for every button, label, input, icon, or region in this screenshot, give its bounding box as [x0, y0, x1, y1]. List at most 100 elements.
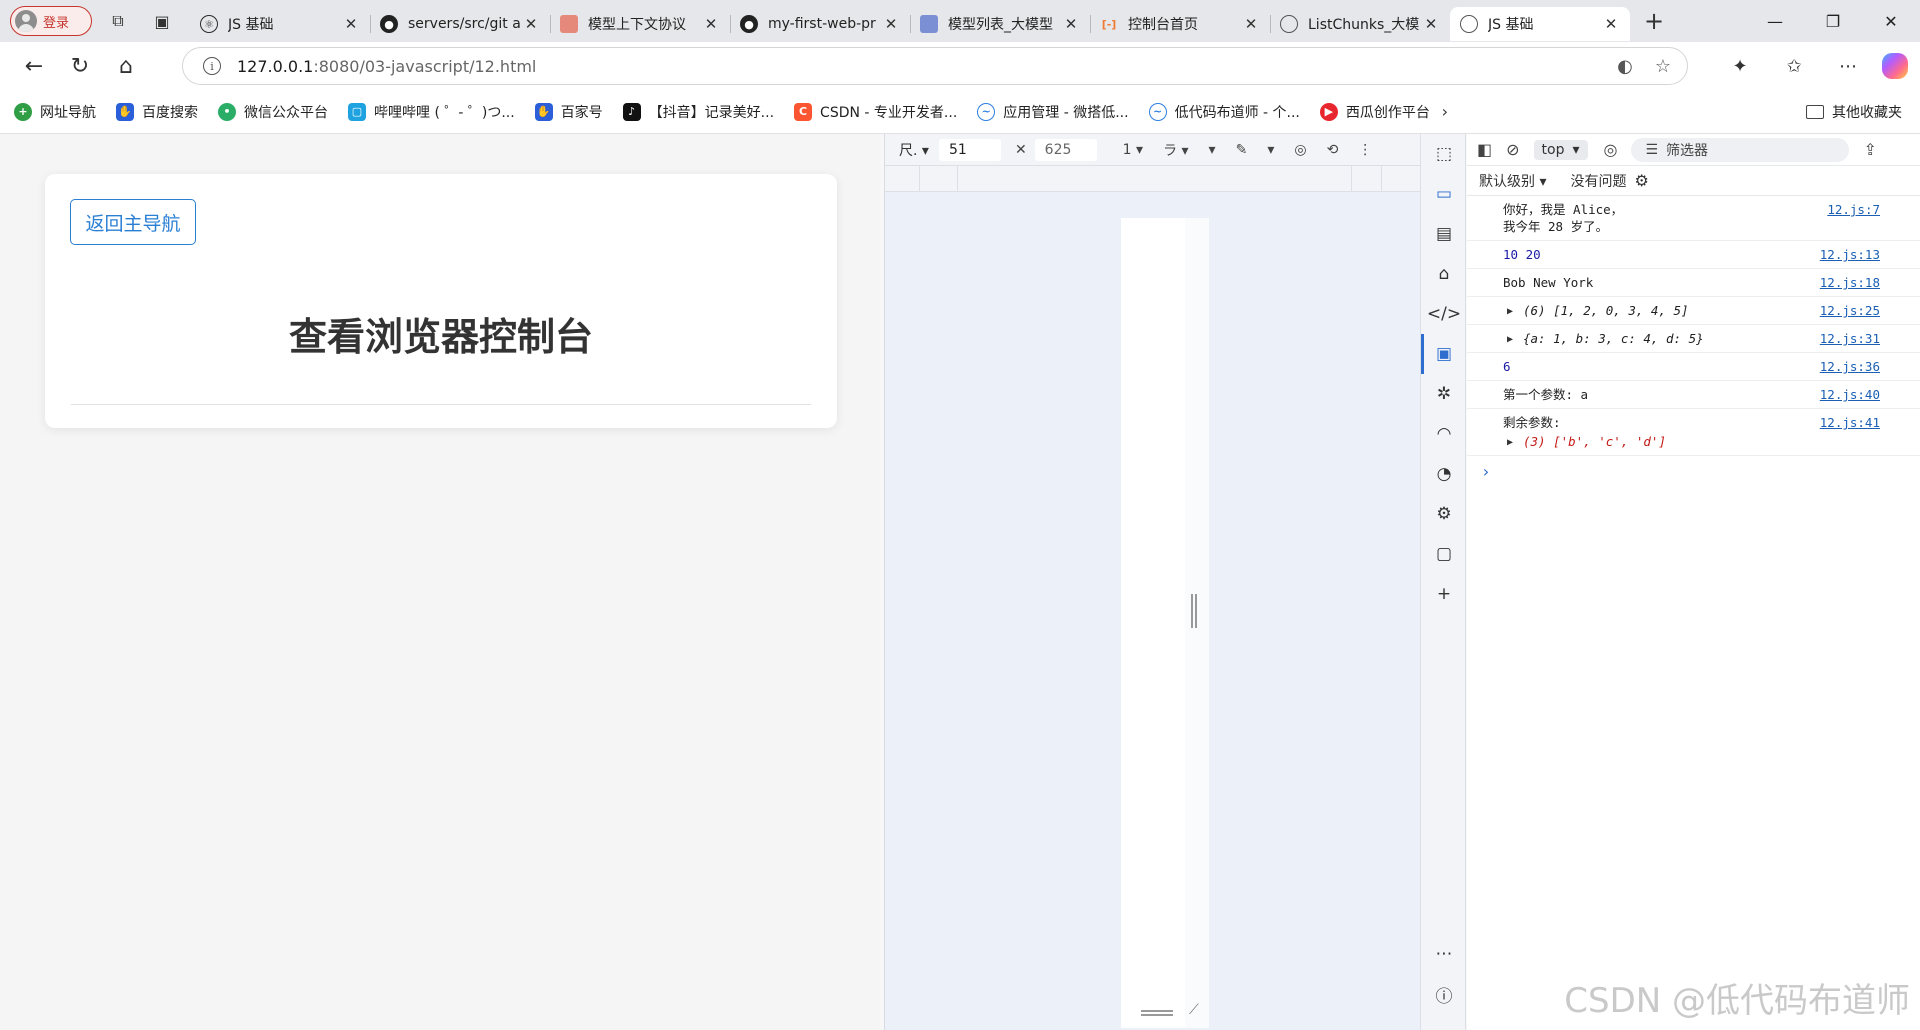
bookmark-item[interactable]: ▢ 哔哩哔哩 ( ゜- ゜)つ... — [348, 102, 515, 122]
close-icon[interactable]: ✕ — [1602, 15, 1620, 33]
bookmark-item[interactable]: ~ 应用管理 - 微搭低... — [977, 102, 1129, 122]
chevron-down-icon[interactable]: ▾ — [1267, 142, 1274, 158]
chevron-right-icon[interactable]: › — [1442, 102, 1448, 121]
resize-handle-corner[interactable]: ⟋ — [1189, 1002, 1205, 1018]
rotate-icon[interactable]: ⟲ — [1327, 142, 1339, 158]
close-icon[interactable]: ✕ — [882, 15, 900, 33]
zoom-dropdown[interactable]: 1 ▾ — [1123, 142, 1143, 158]
source-link[interactable]: 12.js:13 — [1820, 246, 1880, 263]
device-height-input[interactable]: 625 — [1034, 138, 1097, 161]
console-icon[interactable]: ▣ — [1421, 334, 1467, 374]
bookmark-item[interactable]: ♪ 【抖音】记录美好... — [622, 102, 774, 122]
clear-console-icon[interactable]: ⊘ — [1506, 140, 1519, 159]
context-selector[interactable]: top ▾ — [1533, 139, 1588, 160]
other-favorites[interactable]: 其他收藏夹 — [1806, 102, 1902, 122]
tab-js-basics-active[interactable]: JS 基础 ✕ — [1450, 7, 1630, 41]
tab-listchunks[interactable]: ListChunks_大模 ✕ — [1270, 7, 1450, 41]
close-icon[interactable]: ✕ — [522, 15, 540, 33]
kebab-menu-icon[interactable]: ⋮ — [1358, 142, 1372, 158]
source-link[interactable]: 12.js:25 — [1820, 302, 1880, 319]
console-filter-input[interactable]: ☰ 筛选器 — [1631, 137, 1850, 162]
bookmark-item[interactable]: ✋ 百家号 — [534, 102, 603, 122]
bookmark-item[interactable]: • 微信公众平台 — [218, 102, 328, 122]
profile-button[interactable]: 登录 — [10, 6, 92, 36]
bookmark-item[interactable]: ~ 低代码布道师 - 个... — [1148, 102, 1300, 122]
tab-mcp[interactable]: 模型上下文协议 ✕ — [550, 7, 730, 41]
log-level-dropdown[interactable]: 默认级别 ▾ — [1479, 171, 1546, 191]
help-icon[interactable]: ⓘ — [1421, 974, 1467, 1014]
live-expression-icon[interactable]: ◎ — [1604, 140, 1618, 159]
debugger-icon[interactable]: ✲ — [1421, 374, 1467, 414]
new-tab-button[interactable]: + — [1636, 6, 1672, 36]
add-tool-icon[interactable]: + — [1421, 574, 1467, 614]
more-dropdown-icon[interactable]: ▾ — [1209, 142, 1216, 158]
bookmark-item[interactable]: ▶ 西瓜创作平台 — [1319, 102, 1430, 122]
site-info-icon[interactable]: i — [203, 57, 221, 75]
refresh-icon[interactable]: ↻ — [60, 46, 100, 86]
back-to-nav-button[interactable]: 返回主导航 — [70, 199, 196, 245]
eyedropper-icon[interactable]: ✎ — [1236, 142, 1248, 158]
source-link[interactable]: 12.js:41 — [1820, 414, 1880, 431]
bookmark-item[interactable]: ✋ 百度搜索 — [116, 102, 198, 122]
message-array-line[interactable]: ▶ (3) ['b', 'c', 'd'] — [1503, 433, 1830, 450]
restore-icon[interactable]: ❐ — [1804, 0, 1862, 42]
performance-icon[interactable]: ◔ — [1421, 454, 1467, 494]
console-settings-icon[interactable]: ⚙ — [1634, 171, 1648, 190]
close-icon[interactable]: ✕ — [1242, 15, 1260, 33]
source-link[interactable]: 12.js:36 — [1820, 358, 1880, 375]
close-icon[interactable]: ✕ — [342, 15, 360, 33]
console-message-object[interactable]: ▶ {a: 1, b: 3, c: 4, d: 5} 12.js:31 — [1467, 325, 1920, 353]
home-icon[interactable]: ⌂ — [1421, 254, 1467, 294]
resize-handle-right[interactable] — [1191, 594, 1197, 628]
source-link[interactable]: 12.js:18 — [1820, 274, 1880, 291]
minimize-icon[interactable]: — — [1746, 0, 1804, 42]
network-icon[interactable]: ◠ — [1421, 414, 1467, 454]
issues-count[interactable]: 没有问题 — [1570, 171, 1626, 191]
application-icon[interactable]: ▢ — [1421, 534, 1467, 574]
xigua-icon: ▶ — [1319, 102, 1338, 121]
favorite-star-icon[interactable]: ☆ — [1655, 56, 1671, 77]
tab-my-first-web[interactable]: ● my-first-web-pr ✕ — [730, 7, 910, 41]
tab-model-list[interactable]: 模型列表_大模型 ✕ — [910, 7, 1090, 41]
expand-triangle-icon[interactable]: ▶ — [1507, 303, 1513, 320]
expand-triangle-icon[interactable]: ▶ — [1507, 331, 1513, 348]
vision-icon[interactable]: ◎ — [1294, 142, 1306, 158]
close-icon[interactable]: ✕ — [1422, 15, 1440, 33]
tab-console-home[interactable]: [-] 控制台首页 ✕ — [1090, 7, 1270, 41]
copilot-icon[interactable] — [1882, 53, 1908, 79]
device-width-input[interactable]: 51 — [938, 138, 1001, 161]
dimensions-dropdown[interactable]: 尺. ▾ — [899, 140, 929, 160]
elements-icon[interactable]: </> — [1421, 294, 1467, 334]
device-toggle-icon[interactable]: ▭ — [1421, 174, 1467, 214]
dock-icon[interactable]: ⇪ — [1863, 140, 1876, 159]
bookmark-item[interactable]: C CSDN - 专业开发者... — [794, 102, 957, 122]
throttle-dropdown[interactable]: ラ ▾ — [1163, 140, 1188, 160]
more-tools-icon[interactable]: ⋯ — [1421, 934, 1467, 974]
close-window-icon[interactable]: ✕ — [1862, 0, 1920, 42]
close-icon[interactable]: ✕ — [1062, 15, 1080, 33]
close-icon[interactable]: ✕ — [702, 15, 720, 33]
tab-js-basics[interactable]: ⚛ JS 基础 ✕ — [190, 7, 370, 41]
expand-triangle-icon[interactable]: ▶ — [1507, 434, 1513, 451]
tab-servers-git[interactable]: ● servers/src/git a ✕ — [370, 7, 550, 41]
bookmark-item[interactable]: + 网址导航 — [14, 102, 96, 122]
favorites-icon[interactable]: ✩ — [1774, 46, 1814, 86]
source-link[interactable]: 12.js:31 — [1820, 330, 1880, 347]
source-link[interactable]: 12.js:40 — [1820, 386, 1880, 403]
more-menu-icon[interactable]: ⋯ — [1828, 46, 1868, 86]
resize-handle-bottom[interactable] — [1141, 1010, 1173, 1016]
inspect-icon[interactable]: ⬚ — [1421, 134, 1467, 174]
sidebar-toggle-icon[interactable]: ◧ — [1477, 140, 1492, 159]
extensions-icon[interactable]: ✦ — [1720, 46, 1760, 86]
memory-icon[interactable]: ⚙ — [1421, 494, 1467, 534]
welcome-icon[interactable]: ▤ — [1421, 214, 1467, 254]
back-icon[interactable]: ← — [14, 46, 54, 86]
console-message-array[interactable]: ▶ (6) [1, 2, 0, 3, 4, 5] 12.js:25 — [1467, 297, 1920, 325]
tab-actions-icon[interactable]: ▣ — [144, 6, 180, 36]
home-icon[interactable]: ⌂ — [106, 46, 146, 86]
console-prompt[interactable]: › — [1467, 456, 1920, 481]
workspaces-icon[interactable]: ⧉ — [100, 6, 136, 36]
source-link[interactable]: 12.js:7 — [1827, 201, 1880, 218]
url-field[interactable]: i 127.0.0.1:8080/03-javascript/12.html ◐… — [182, 47, 1688, 85]
read-aloud-icon[interactable]: ◐ — [1617, 56, 1633, 77]
